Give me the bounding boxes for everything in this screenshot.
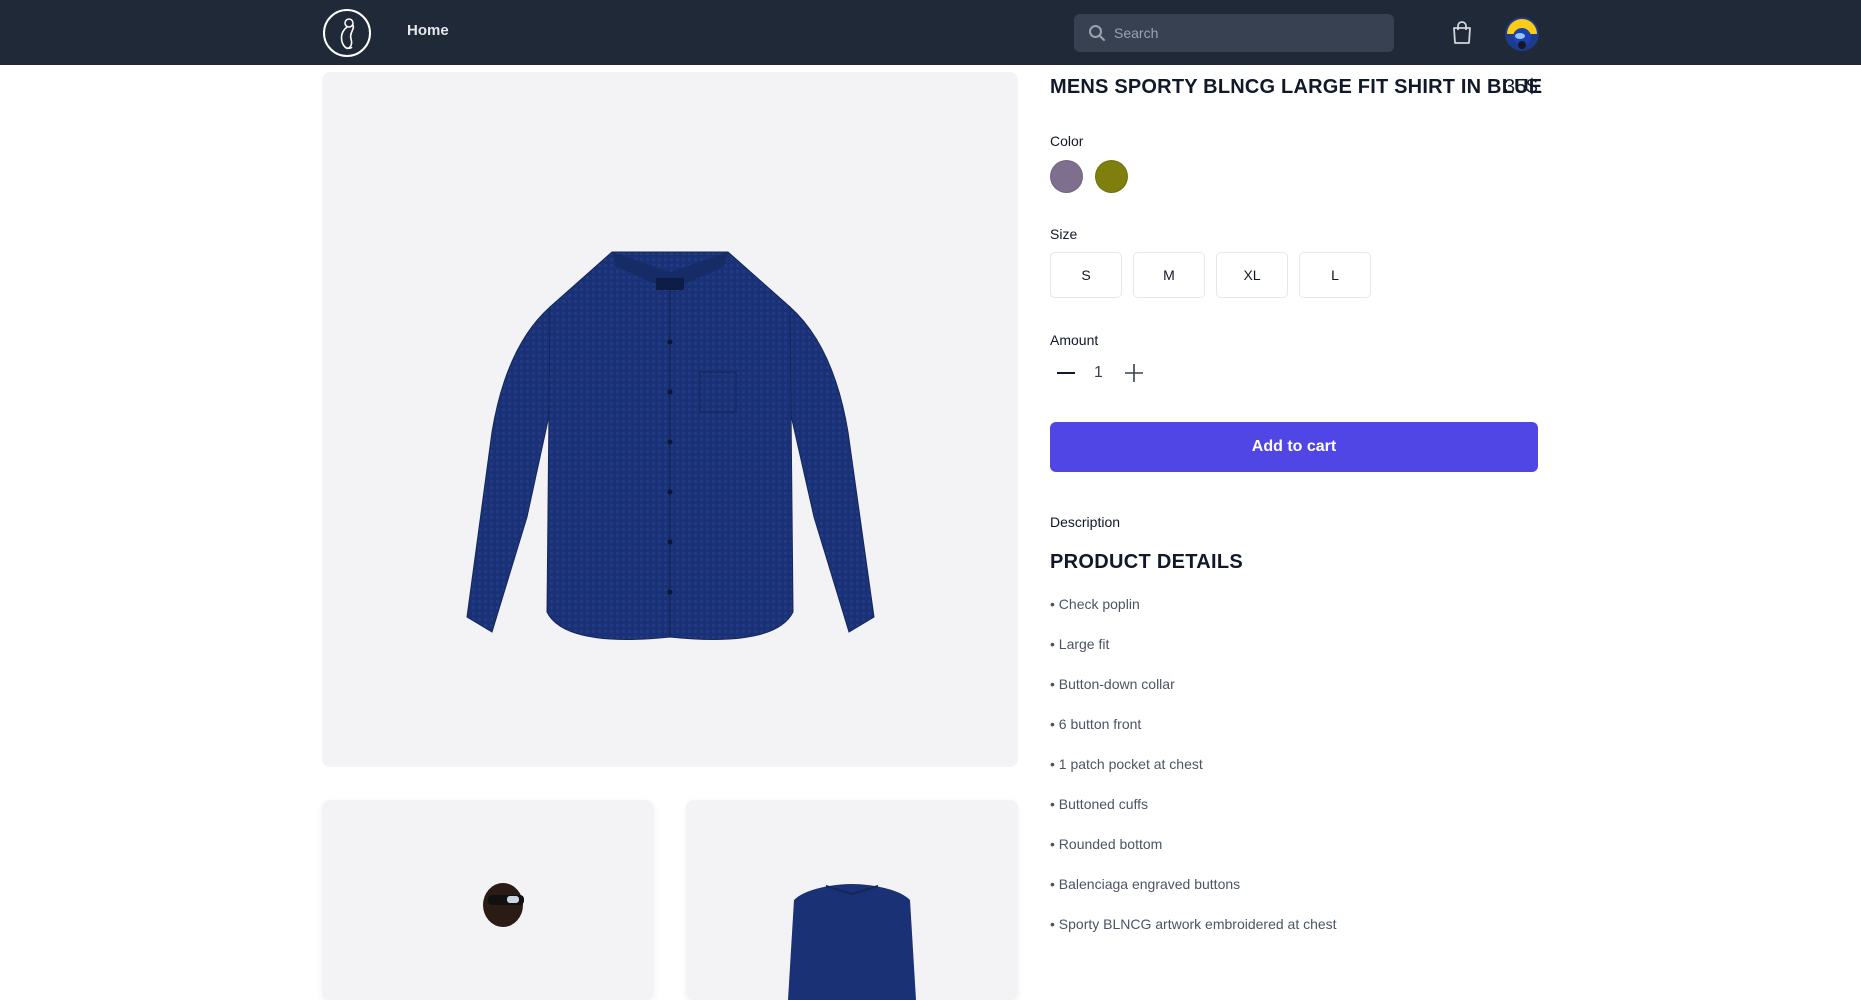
- top-navbar: Home: [0, 0, 1861, 65]
- detail-item: • Buttoned cuffs: [1050, 796, 1149, 812]
- minus-icon[interactable]: [1055, 362, 1077, 384]
- search-input[interactable]: [1114, 14, 1384, 52]
- color-label: Color: [1050, 133, 1084, 149]
- search-icon: [1089, 25, 1105, 41]
- shirt-image: [466, 251, 875, 640]
- product-thumbnail-model[interactable]: [322, 800, 654, 1000]
- nav-home-link[interactable]: Home: [407, 22, 449, 39]
- detail-item: • Sporty BLNCG artwork embroidered at ch…: [1050, 916, 1337, 932]
- description-label: Description: [1050, 514, 1121, 530]
- size-option-xl[interactable]: XL: [1216, 252, 1288, 298]
- quantity-value: 1: [1094, 364, 1103, 381]
- brand-logo-icon[interactable]: [323, 9, 371, 57]
- detail-item: • Button-down collar: [1050, 676, 1175, 692]
- product-thumbnail-back[interactable]: [686, 800, 1018, 1000]
- product-main-image[interactable]: [322, 72, 1018, 767]
- add-to-cart-button[interactable]: Add to cart: [1050, 422, 1538, 472]
- detail-item: • 6 button front: [1050, 716, 1142, 732]
- color-option-purple[interactable]: [1050, 160, 1083, 193]
- detail-item: • Balenciaga engraved buttons: [1050, 876, 1241, 892]
- size-option-s[interactable]: S: [1050, 252, 1122, 298]
- plus-icon[interactable]: [1123, 362, 1145, 384]
- user-avatar[interactable]: [1505, 17, 1539, 51]
- detail-item: • Rounded bottom: [1050, 836, 1163, 852]
- product-details-heading: PRODUCT DETAILS: [1050, 551, 1244, 573]
- detail-item: • Large fit: [1050, 636, 1110, 652]
- size-option-l[interactable]: L: [1299, 252, 1371, 298]
- amount-label: Amount: [1050, 332, 1099, 348]
- product-title: MENS SPORTY BLNCG LARGE FIT SHIRT IN BLU…: [1050, 76, 1543, 98]
- search-box[interactable]: [1074, 14, 1394, 52]
- product-price: 35$: [1504, 76, 1538, 98]
- size-label: Size: [1050, 226, 1078, 242]
- shopping-bag-icon[interactable]: [1451, 21, 1473, 45]
- detail-item: • Check poplin: [1050, 596, 1140, 612]
- color-option-olive[interactable]: [1095, 160, 1128, 193]
- detail-item: • 1 patch pocket at chest: [1050, 756, 1203, 772]
- product-details-list: • Check poplin • Large fit • Button-down…: [1050, 596, 1337, 956]
- size-option-m[interactable]: M: [1133, 252, 1205, 298]
